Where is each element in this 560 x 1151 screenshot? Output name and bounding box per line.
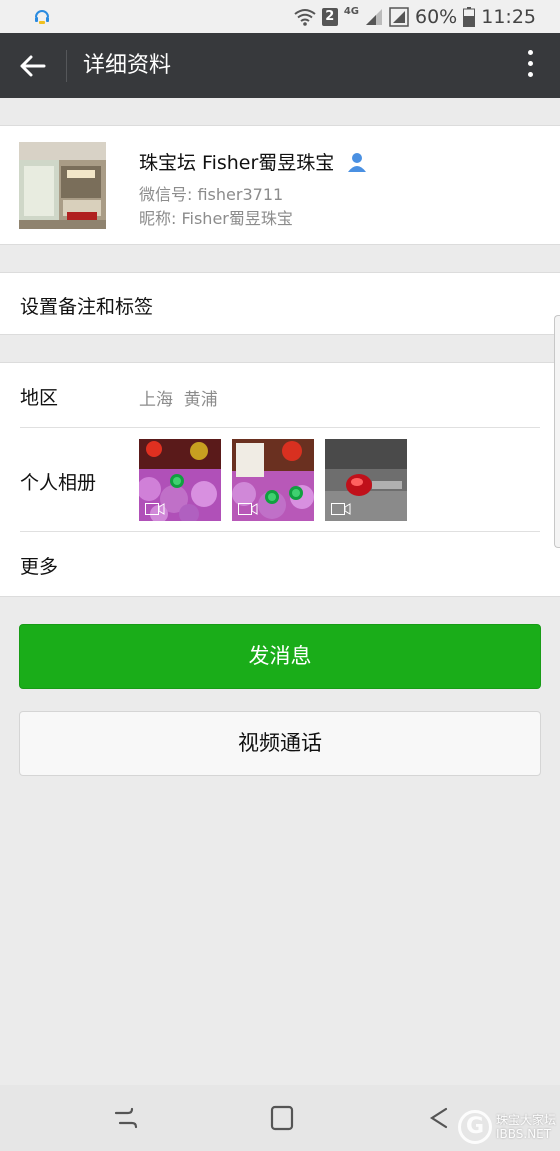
avatar[interactable] bbox=[19, 142, 106, 229]
scroll-indicator[interactable] bbox=[554, 315, 560, 548]
profile-card: 珠宝坛 Fisher蜀昱珠宝 微信号: fisher3711 昵称: Fishe… bbox=[0, 125, 560, 245]
header-divider bbox=[66, 50, 67, 82]
more-options-icon[interactable] bbox=[526, 50, 534, 80]
set-remark-and-tags-row[interactable]: 设置备注和标签 bbox=[0, 272, 560, 335]
home-icon[interactable] bbox=[268, 1105, 296, 1131]
album-thumbnails bbox=[139, 439, 407, 521]
album-photo[interactable] bbox=[139, 439, 221, 521]
video-call-button[interactable]: 视频通话 bbox=[19, 711, 541, 776]
signal-box-icon bbox=[389, 7, 409, 27]
recent-apps-icon[interactable] bbox=[112, 1105, 140, 1131]
album-photo[interactable] bbox=[232, 439, 314, 521]
more-row[interactable]: 更多 bbox=[0, 532, 560, 598]
sim-badge: 2 bbox=[321, 8, 338, 26]
contact-person-icon bbox=[348, 152, 367, 172]
watermark-g-logo: G bbox=[457, 1110, 492, 1144]
watermark-text-1: 珠宝大家坛 bbox=[495, 1113, 556, 1127]
signal-icon bbox=[366, 9, 382, 25]
album-photo[interactable] bbox=[325, 439, 407, 521]
battery-percent: 60% bbox=[415, 6, 458, 28]
send-message-button[interactable]: 发消息 bbox=[19, 624, 541, 689]
video-camera-icon bbox=[238, 503, 258, 515]
profile-name: 珠宝坛 Fisher蜀昱珠宝 bbox=[139, 152, 335, 174]
clock: 11:25 bbox=[481, 6, 536, 28]
app-header: 详细资料 bbox=[0, 33, 560, 98]
status-bar: 2 4G 60% 11:25 bbox=[0, 0, 560, 33]
wifi-icon bbox=[294, 9, 316, 26]
info-list: 地区 上海 黄浦 个人相册 更多 bbox=[0, 362, 560, 597]
more-label: 更多 bbox=[20, 556, 59, 578]
region-row: 地区 上海 黄浦 bbox=[0, 363, 560, 427]
region-value: 上海 黄浦 bbox=[139, 390, 218, 410]
video-camera-icon bbox=[331, 503, 351, 515]
region-label: 地区 bbox=[20, 387, 59, 409]
nickname: 昵称: Fisher蜀昱珠宝 bbox=[139, 209, 293, 228]
battery-icon bbox=[463, 7, 476, 27]
store-photo bbox=[19, 142, 106, 229]
album-label: 个人相册 bbox=[20, 472, 97, 494]
video-camera-icon bbox=[145, 503, 165, 515]
back-icon[interactable] bbox=[424, 1105, 452, 1131]
page-title: 详细资料 bbox=[83, 53, 172, 78]
back-arrow-icon[interactable] bbox=[18, 51, 48, 81]
watermark-text-2: IBBS.NET bbox=[495, 1127, 552, 1141]
network-type: 4G bbox=[343, 5, 359, 17]
wechat-id: 微信号: fisher3711 bbox=[139, 185, 284, 204]
headset-notification-icon bbox=[35, 10, 49, 24]
set-remark-label: 设置备注和标签 bbox=[20, 296, 154, 318]
watermark-logo: G 珠宝大家坛 IBBS.NET bbox=[457, 1110, 556, 1144]
